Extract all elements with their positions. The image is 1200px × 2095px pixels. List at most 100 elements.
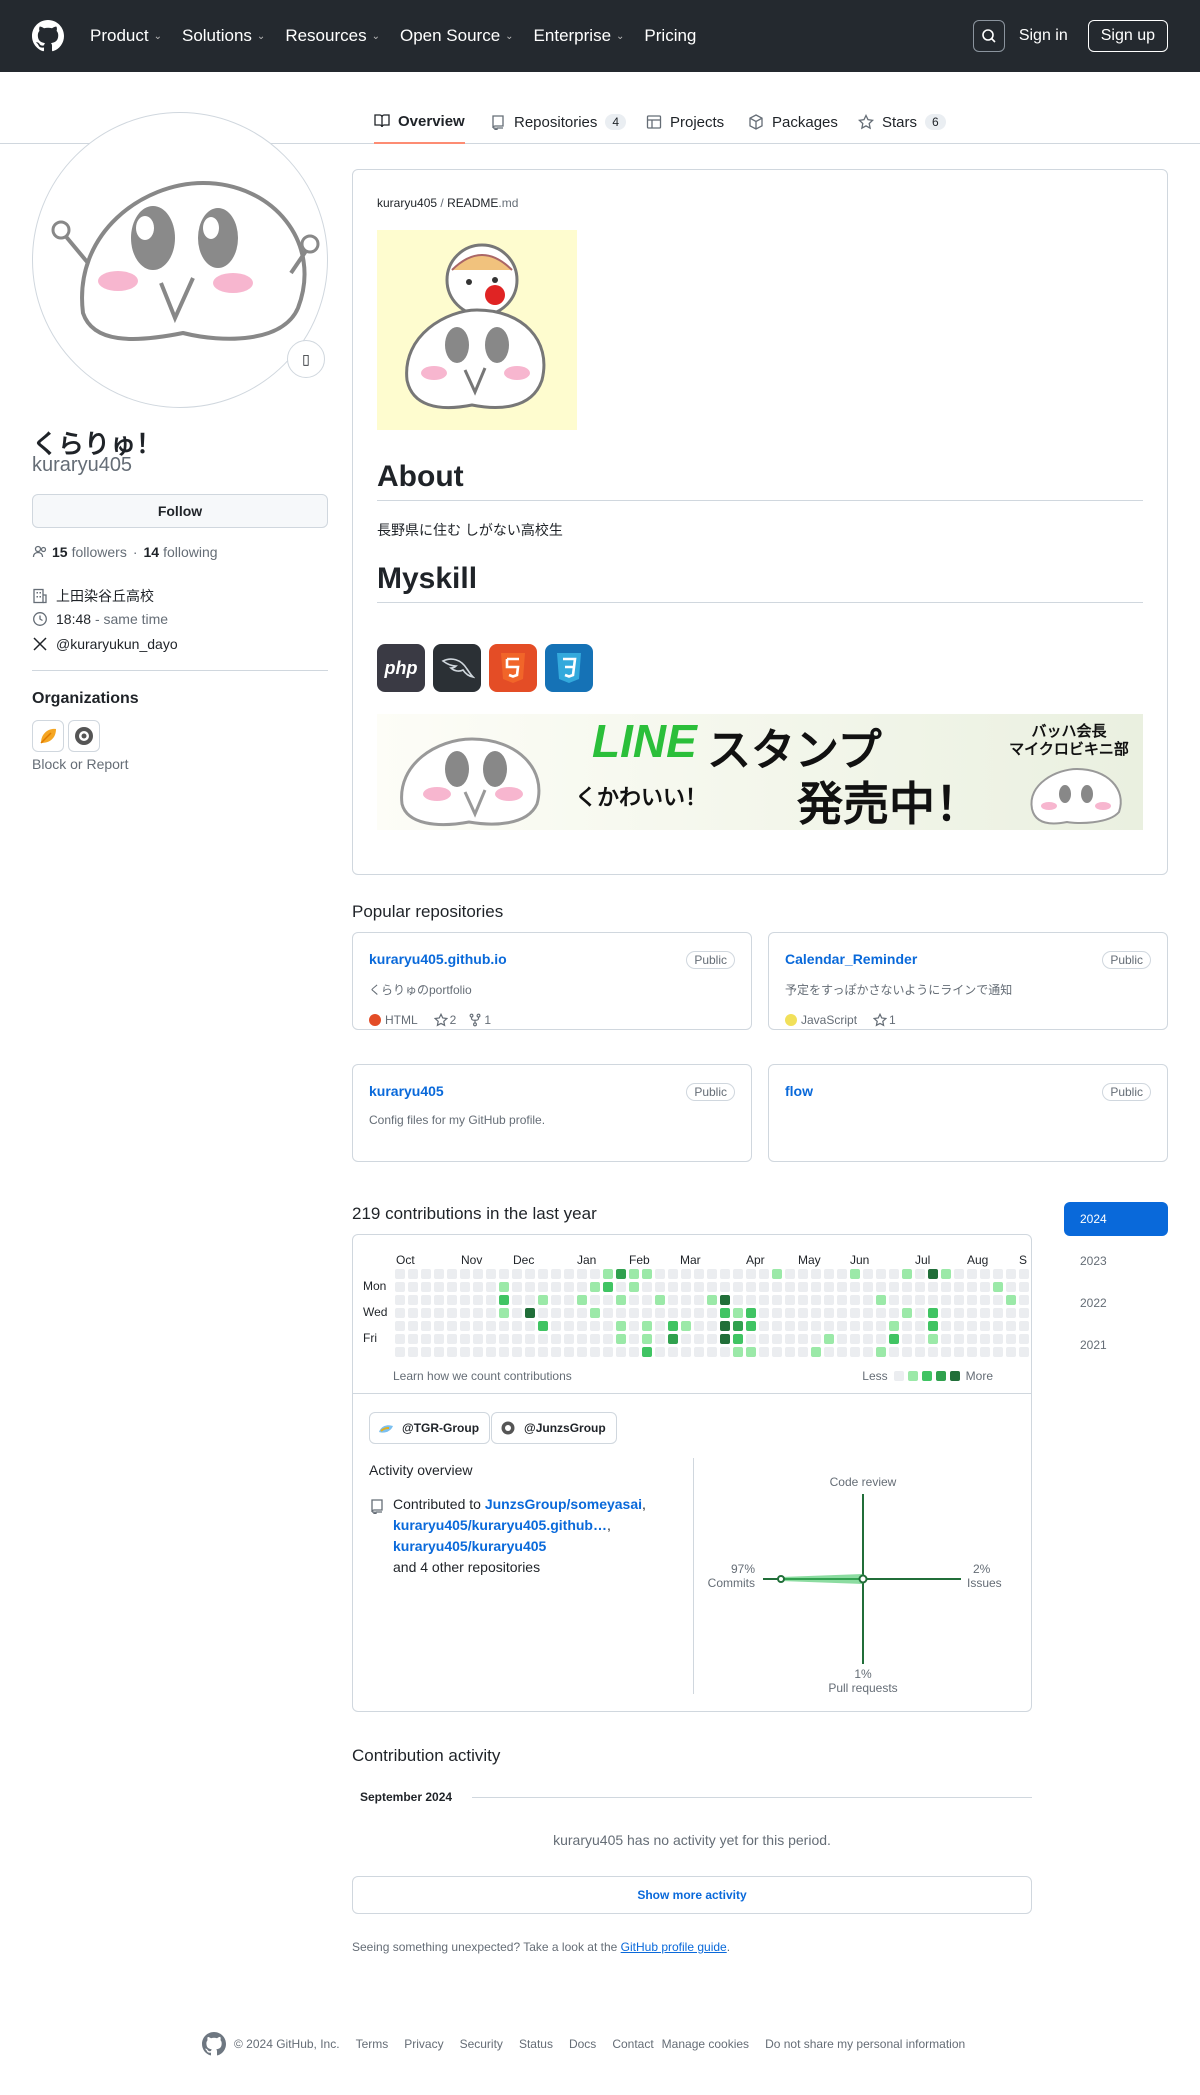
contribution-day[interactable]: [590, 1269, 600, 1279]
contribution-day[interactable]: [967, 1334, 977, 1344]
contribution-day[interactable]: [850, 1347, 860, 1357]
contribution-day[interactable]: [460, 1308, 470, 1318]
year-2023-button[interactable]: 2023: [1064, 1244, 1168, 1278]
contribution-day[interactable]: [629, 1334, 639, 1344]
contribution-day[interactable]: [759, 1347, 769, 1357]
contribution-day[interactable]: [928, 1295, 938, 1305]
contribution-day[interactable]: [616, 1282, 626, 1292]
contribution-day[interactable]: [434, 1347, 444, 1357]
contribution-day[interactable]: [486, 1282, 496, 1292]
contribution-day[interactable]: [538, 1334, 548, 1344]
contribution-day[interactable]: [863, 1282, 873, 1292]
contribution-day[interactable]: [746, 1347, 756, 1357]
contribution-day[interactable]: [941, 1334, 951, 1344]
contribution-day[interactable]: [603, 1321, 613, 1331]
contribution-day[interactable]: [694, 1347, 704, 1357]
contribution-day[interactable]: [499, 1295, 509, 1305]
contribution-day[interactable]: [798, 1334, 808, 1344]
contribution-day[interactable]: [434, 1321, 444, 1331]
contribution-day[interactable]: [655, 1295, 665, 1305]
footer-link-privacy[interactable]: Privacy: [404, 2037, 443, 2051]
contribution-day[interactable]: [408, 1269, 418, 1279]
contribution-day[interactable]: [642, 1334, 652, 1344]
contribution-day[interactable]: [876, 1308, 886, 1318]
contribution-day[interactable]: [512, 1347, 522, 1357]
contribution-day[interactable]: [915, 1347, 925, 1357]
contribution-day[interactable]: [824, 1295, 834, 1305]
contribution-day[interactable]: [798, 1269, 808, 1279]
contribution-day[interactable]: [616, 1269, 626, 1279]
learn-contributions-link[interactable]: Learn how we count contributions: [393, 1369, 572, 1383]
contribution-day[interactable]: [707, 1282, 717, 1292]
contribution-day[interactable]: [551, 1308, 561, 1318]
contribution-day[interactable]: [681, 1347, 691, 1357]
contribution-day[interactable]: [928, 1282, 938, 1292]
contribution-day[interactable]: [421, 1269, 431, 1279]
contribution-day[interactable]: [928, 1269, 938, 1279]
contribution-day[interactable]: [863, 1308, 873, 1318]
contribution-day[interactable]: [941, 1347, 951, 1357]
contribution-day[interactable]: [395, 1308, 405, 1318]
contribution-day[interactable]: [928, 1308, 938, 1318]
contribution-day[interactable]: [928, 1347, 938, 1357]
contribution-day[interactable]: [993, 1282, 1003, 1292]
contribution-day[interactable]: [1006, 1295, 1016, 1305]
contributed-repo-link[interactable]: kuraryu405/kuraryu405.github…: [393, 1517, 607, 1533]
contribution-day[interactable]: [642, 1282, 652, 1292]
contribution-day[interactable]: [785, 1269, 795, 1279]
contribution-day[interactable]: [837, 1269, 847, 1279]
contribution-day[interactable]: [525, 1347, 535, 1357]
contribution-day[interactable]: [447, 1321, 457, 1331]
contribution-day[interactable]: [863, 1334, 873, 1344]
contribution-day[interactable]: [915, 1295, 925, 1305]
contribution-day[interactable]: [499, 1321, 509, 1331]
contribution-day[interactable]: [733, 1321, 743, 1331]
contribution-day[interactable]: [655, 1334, 665, 1344]
contribution-day[interactable]: [408, 1334, 418, 1344]
contribution-day[interactable]: [902, 1321, 912, 1331]
contribution-day[interactable]: [395, 1321, 405, 1331]
contribution-day[interactable]: [642, 1269, 652, 1279]
contribution-day[interactable]: [681, 1269, 691, 1279]
contribution-day[interactable]: [538, 1295, 548, 1305]
contribution-day[interactable]: [564, 1282, 574, 1292]
contribution-day[interactable]: [759, 1269, 769, 1279]
contribution-day[interactable]: [915, 1334, 925, 1344]
contribution-day[interactable]: [876, 1269, 886, 1279]
contribution-day[interactable]: [577, 1308, 587, 1318]
contribution-day[interactable]: [941, 1282, 951, 1292]
contribution-day[interactable]: [564, 1308, 574, 1318]
tab-overview[interactable]: Overview: [374, 100, 465, 144]
footer-link-contact[interactable]: Contact: [612, 2037, 653, 2051]
contribution-day[interactable]: [811, 1321, 821, 1331]
contribution-day[interactable]: [473, 1282, 483, 1292]
contribution-day[interactable]: [538, 1308, 548, 1318]
contribution-day[interactable]: [811, 1282, 821, 1292]
contribution-day[interactable]: [681, 1282, 691, 1292]
contribution-day[interactable]: [902, 1347, 912, 1357]
contribution-day[interactable]: [824, 1269, 834, 1279]
contribution-day[interactable]: [499, 1269, 509, 1279]
contribution-day[interactable]: [655, 1347, 665, 1357]
contribution-day[interactable]: [551, 1334, 561, 1344]
contribution-day[interactable]: [876, 1347, 886, 1357]
contribution-day[interactable]: [967, 1321, 977, 1331]
contribution-day[interactable]: [902, 1334, 912, 1344]
contribution-day[interactable]: [850, 1282, 860, 1292]
contribution-day[interactable]: [759, 1282, 769, 1292]
profile-guide-link[interactable]: GitHub profile guide: [621, 1940, 727, 1954]
contribution-day[interactable]: [850, 1321, 860, 1331]
contribution-day[interactable]: [473, 1334, 483, 1344]
contribution-day[interactable]: [551, 1295, 561, 1305]
contribution-day[interactable]: [499, 1282, 509, 1292]
repo-link[interactable]: flow: [785, 1083, 813, 1099]
contribution-day[interactable]: [694, 1321, 704, 1331]
contribution-day[interactable]: [720, 1334, 730, 1344]
contribution-day[interactable]: [473, 1269, 483, 1279]
contribution-day[interactable]: [629, 1347, 639, 1357]
contribution-day[interactable]: [577, 1295, 587, 1305]
sign-up-button[interactable]: Sign up: [1087, 20, 1168, 52]
contribution-day[interactable]: [460, 1334, 470, 1344]
contribution-day[interactable]: [590, 1295, 600, 1305]
contribution-day[interactable]: [629, 1282, 639, 1292]
